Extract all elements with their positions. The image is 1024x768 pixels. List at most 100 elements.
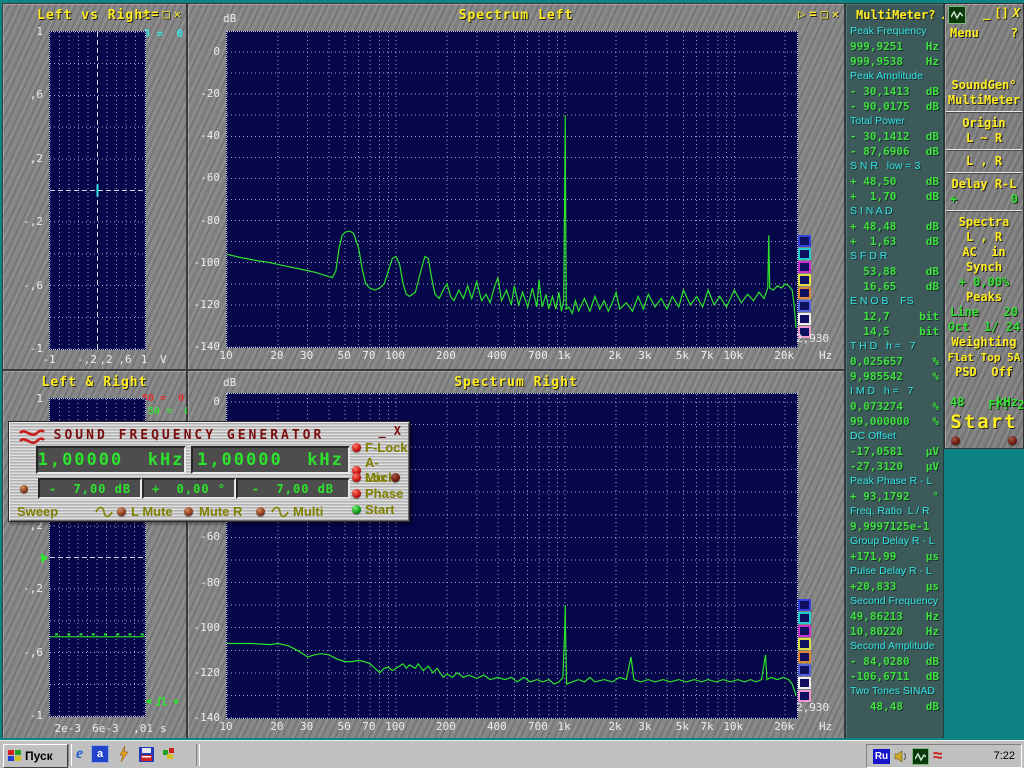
pulse-icon[interactable]	[155, 696, 169, 707]
marker-square[interactable]	[798, 313, 811, 325]
spectra-mode-button[interactable]: L , R	[945, 230, 1023, 245]
language-indicator[interactable]: Ru	[873, 749, 890, 764]
sweep-button[interactable]: Sweep	[17, 504, 58, 519]
minimize-icon[interactable]: _	[983, 6, 990, 20]
marker-square[interactable]	[798, 274, 811, 286]
play-icon[interactable]: ▷	[140, 7, 147, 21]
sine-icon-left[interactable]	[95, 506, 113, 518]
mute-r-label[interactable]: Mute R	[199, 504, 242, 519]
marker-square[interactable]	[798, 651, 811, 663]
meter-label: E N O B FS	[846, 294, 943, 309]
marker-square[interactable]	[798, 235, 811, 247]
delay-plus[interactable]: +	[950, 192, 957, 207]
xy-scope-plot[interactable]	[49, 31, 146, 350]
f-lock-led[interactable]	[352, 443, 361, 452]
frequency-display-right[interactable]: 1,00000 kHz	[191, 446, 350, 474]
marker-square[interactable]	[798, 287, 811, 299]
minimize-icon[interactable]: =	[809, 7, 816, 21]
meter-value: -27,3120µV	[846, 459, 943, 474]
marker-square[interactable]	[798, 599, 811, 611]
sync-percent[interactable]: + 0,00%	[945, 275, 1023, 290]
spectrum-left-plot[interactable]	[226, 31, 798, 348]
help-icon[interactable]: ?	[1011, 26, 1018, 40]
marker-square[interactable]	[798, 625, 811, 637]
marker-square[interactable]	[798, 677, 811, 689]
marker-square[interactable]	[798, 638, 811, 650]
marker-color-stack[interactable]	[798, 599, 811, 702]
weighting-value[interactable]: Flat Top 5A	[945, 350, 1023, 365]
soundgen-button[interactable]: SoundGen°	[945, 78, 1023, 93]
maximize-icon[interactable]: □	[163, 7, 170, 21]
l-mute-label[interactable]: L Mute	[131, 504, 173, 519]
delay-value-row[interactable]: + 0	[945, 192, 1023, 207]
octave-button[interactable]: Oct 1/ 24	[945, 320, 1023, 335]
mix-aux-led[interactable]	[391, 473, 400, 482]
f-lock-control[interactable]: F-Lock	[352, 440, 408, 455]
maximize-icon[interactable]: []	[994, 6, 1008, 20]
close-icon[interactable]: ✕	[832, 7, 839, 21]
menu-button[interactable]: Menu	[950, 26, 979, 40]
amp-led[interactable]	[20, 485, 28, 493]
internet-explorer-icon[interactable]: e	[76, 745, 83, 763]
origin-label[interactable]: Origin	[945, 116, 1023, 131]
delay-label[interactable]: Delay R-L	[945, 177, 1023, 192]
weighting-label[interactable]: Weighting	[945, 335, 1023, 350]
origin-mode-button[interactable]: L ~ R	[945, 131, 1023, 146]
marker-square[interactable]	[798, 664, 811, 676]
app-a-icon[interactable]: a	[91, 745, 109, 763]
media-app-icon[interactable]	[162, 747, 176, 761]
play-icon[interactable]: ▷	[798, 7, 805, 21]
close-icon[interactable]: X	[1013, 6, 1020, 20]
help-icon[interactable]: ?	[928, 8, 935, 22]
sine-icon-right[interactable]	[271, 506, 289, 518]
lr-button[interactable]: L , R	[945, 154, 1023, 169]
spectra-label[interactable]: Spectra	[945, 215, 1023, 230]
app-icon[interactable]	[948, 6, 966, 24]
mute-r-led[interactable]	[184, 507, 193, 516]
ac-in-button[interactable]: AC in	[945, 245, 1023, 260]
start-led[interactable]	[352, 505, 361, 514]
floppy-icon[interactable]	[139, 747, 154, 762]
line-row[interactable]: Line 20	[945, 305, 1023, 320]
multi-led[interactable]	[256, 507, 265, 516]
synch-button[interactable]: Synch	[945, 260, 1023, 275]
start-button[interactable]: Start	[945, 410, 1023, 434]
maximize-icon[interactable]: □	[821, 7, 828, 21]
prev-icon[interactable]: ◀	[145, 696, 151, 707]
start-control[interactable]: Start	[352, 502, 395, 517]
lightning-icon[interactable]	[117, 746, 131, 762]
start-button[interactable]: Пуск	[3, 744, 68, 768]
marker-square[interactable]	[798, 261, 811, 273]
speaker-icon[interactable]	[894, 750, 908, 763]
l-mute-led[interactable]	[117, 507, 126, 516]
fft-size-button[interactable]: FFT 214	[945, 380, 1023, 395]
close-icon[interactable]: X	[394, 424, 401, 438]
cursor-frequency-value: 2,930	[796, 701, 829, 714]
marker-color-stack[interactable]	[798, 235, 811, 338]
phase-led[interactable]	[352, 489, 361, 498]
led-right[interactable]	[1008, 436, 1017, 445]
psd-button[interactable]: PSD Off	[945, 365, 1023, 380]
phase-display[interactable]: + 0,00 °	[142, 478, 236, 499]
peaks-button[interactable]: Peaks	[945, 290, 1023, 305]
minimize-icon[interactable]: _	[379, 424, 386, 438]
frequency-display-left[interactable]: 1,00000 kHz	[36, 446, 186, 474]
amplitude-display-right[interactable]: - 7,00 dB	[236, 478, 350, 499]
minimize-icon[interactable]: =	[151, 7, 158, 21]
amplitude-display-left[interactable]: - 7,00 dB	[38, 478, 142, 499]
mix-led[interactable]	[352, 473, 361, 482]
meter-label: DC Offset	[846, 429, 943, 444]
multimeter-button[interactable]: MultiMeter	[945, 93, 1023, 108]
marker-square[interactable]	[798, 612, 811, 624]
analyzer-tray-icon[interactable]	[912, 748, 929, 765]
led-left[interactable]	[951, 436, 960, 445]
generator-tray-icon[interactable]: ≈	[933, 751, 942, 761]
marker-square[interactable]	[798, 248, 811, 260]
phase-control[interactable]: Phase	[352, 486, 403, 501]
multi-label[interactable]: Multi	[293, 504, 323, 519]
close-icon[interactable]: ✕	[174, 7, 181, 21]
trigger-level-marker[interactable]	[41, 553, 48, 563]
dot-icon[interactable]: ▪	[173, 696, 179, 707]
mix-control[interactable]: Mix	[352, 470, 400, 485]
marker-square[interactable]	[798, 300, 811, 312]
